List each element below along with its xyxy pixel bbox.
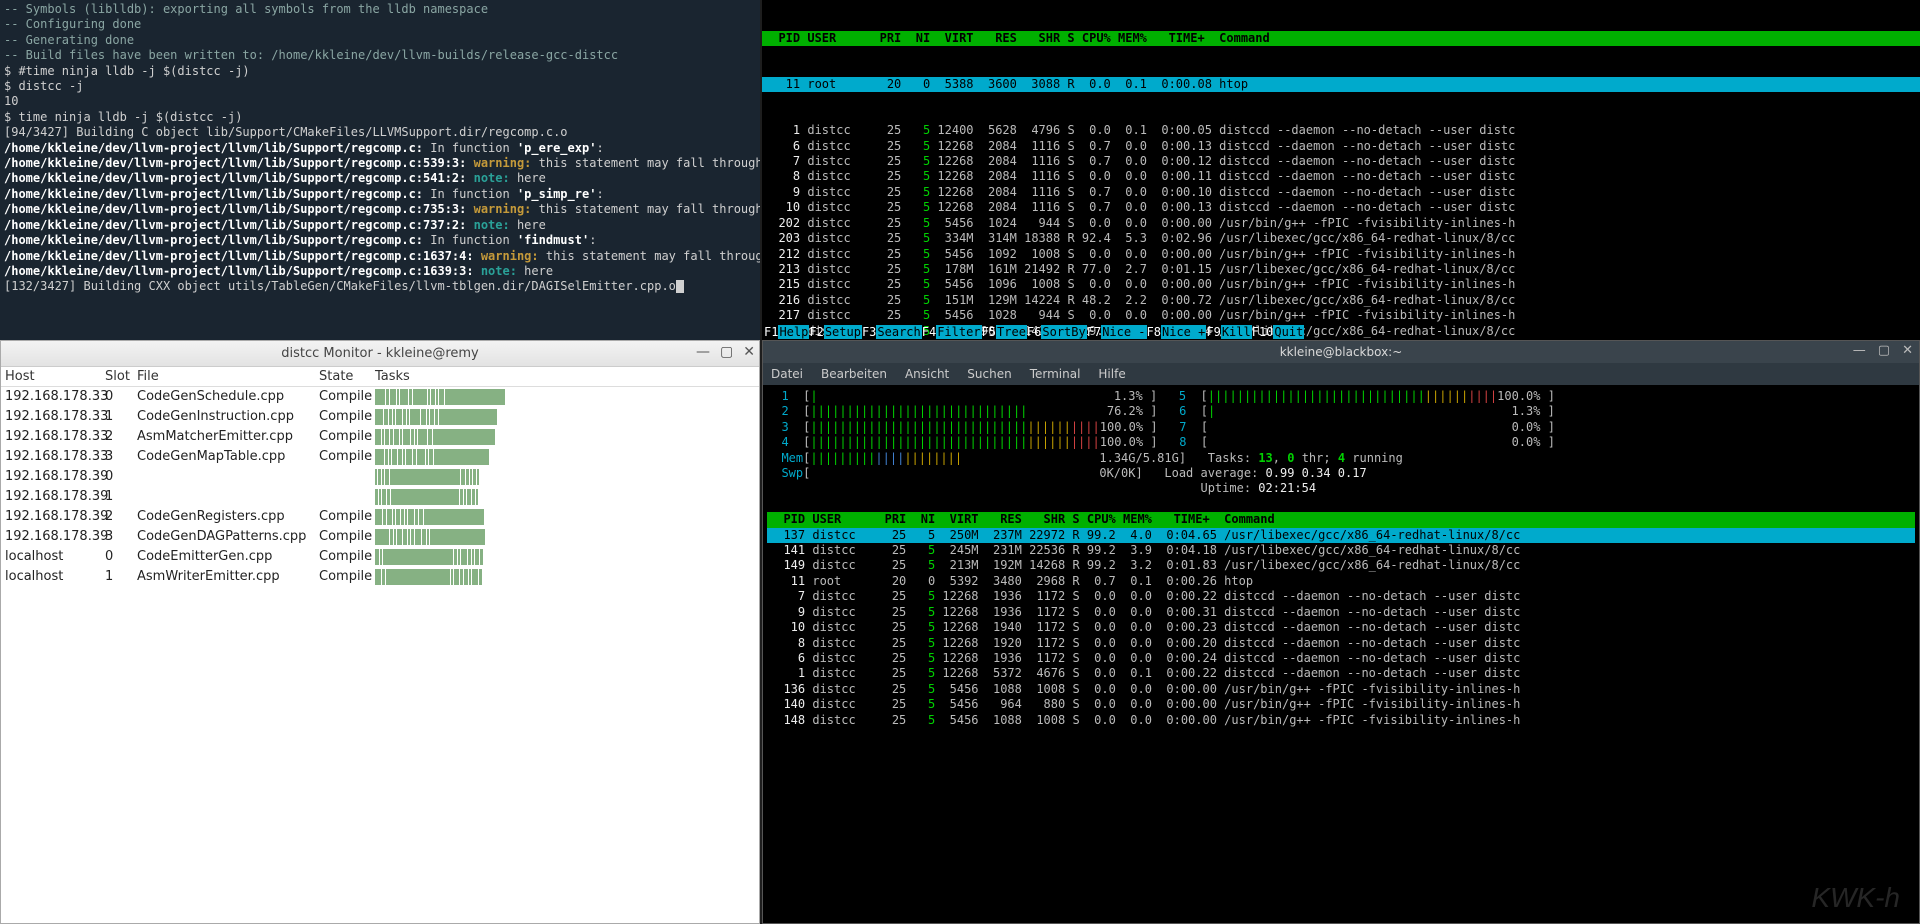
minimize-icon[interactable]: — xyxy=(1853,343,1866,358)
fkey-F3[interactable]: F3 xyxy=(862,325,876,339)
task-bar xyxy=(375,409,755,425)
monitor-column-headers: Host Slot File State Tasks xyxy=(1,367,759,387)
task-bar xyxy=(375,569,755,585)
task-bar xyxy=(375,449,755,465)
distcc-monitor-window[interactable]: distcc Monitor - kkleine@remy — ▢ ✕ Host… xyxy=(0,340,760,924)
fkey-F10[interactable]: F10 xyxy=(1252,325,1274,339)
fkey-F9[interactable]: F9 xyxy=(1206,325,1220,339)
htop-row[interactable]: 6 distcc 25 5 12268 1936 1172 S 0.0 0.0 … xyxy=(767,651,1915,666)
monitor-row[interactable]: 192.168.178.33 2 AsmMatcherEmitter.cpp C… xyxy=(1,427,759,447)
htop-row[interactable]: 11 root 20 0 5392 3480 2968 R 0.7 0.1 0:… xyxy=(767,574,1915,589)
task-bar xyxy=(375,429,755,445)
fkey-F2[interactable]: F2 xyxy=(809,325,823,339)
menu-datei[interactable]: Datei xyxy=(771,367,803,381)
htop-row[interactable]: 1 distcc 25 5 12400 5628 4796 S 0.0 0.1 … xyxy=(762,123,1920,138)
htop-row[interactable]: 7 distcc 25 5 12268 1936 1172 S 0.0 0.0 … xyxy=(767,589,1915,604)
col-host[interactable]: Host xyxy=(5,369,105,384)
monitor-titlebar[interactable]: distcc Monitor - kkleine@remy — ▢ ✕ xyxy=(1,341,759,367)
monitor-row[interactable]: 192.168.178.39 0 xyxy=(1,467,759,487)
col-slot[interactable]: Slot xyxy=(105,369,137,384)
fkey-F1[interactable]: F1 xyxy=(764,325,778,339)
monitor-row[interactable]: 192.168.178.33 0 CodeGenSchedule.cpp Com… xyxy=(1,387,759,407)
fkey-F7[interactable]: F7 xyxy=(1087,325,1101,339)
monitor-row[interactable]: localhost 1 AsmWriterEmitter.cpp Compile xyxy=(1,567,759,587)
htop-row[interactable]: 8 distcc 25 5 12268 2084 1116 S 0.0 0.0 … xyxy=(762,169,1920,184)
terminal-titlebar[interactable]: kkleine@blackbox:~ — ▢ ✕ xyxy=(763,341,1919,363)
htop-row[interactable]: 212 distcc 25 5 5456 1092 1008 S 0.0 0.0… xyxy=(762,247,1920,262)
monitor-row[interactable]: 192.168.178.39 2 CodeGenRegisters.cpp Co… xyxy=(1,507,759,527)
task-bar xyxy=(375,529,755,545)
task-bar xyxy=(375,489,755,505)
task-bar xyxy=(375,389,755,405)
htop-row[interactable]: 217 distcc 25 5 5456 1028 944 S 0.0 0.0 … xyxy=(762,308,1920,323)
menu-ansicht[interactable]: Ansicht xyxy=(905,367,949,381)
maximize-icon[interactable]: ▢ xyxy=(1878,343,1890,358)
monitor-row[interactable]: 192.168.178.39 1 xyxy=(1,487,759,507)
monitor-row[interactable]: 192.168.178.33 3 CodeGenMapTable.cpp Com… xyxy=(1,447,759,467)
htop-header: PID USER PRI NI VIRT RES SHR S CPU% MEM%… xyxy=(767,512,1915,527)
htop-row[interactable]: 149 distcc 25 5 213M 192M 14268 R 99.2 3… xyxy=(767,558,1915,573)
col-file[interactable]: File xyxy=(137,369,319,384)
menu-suchen[interactable]: Suchen xyxy=(967,367,1011,381)
htop-selected-row[interactable]: 137 distcc 25 5 250M 237M 22972 R 99.2 4… xyxy=(767,528,1915,543)
terminal-title: kkleine@blackbox:~ xyxy=(1280,345,1403,359)
maximize-icon[interactable]: ▢ xyxy=(720,344,733,360)
minimize-icon[interactable]: — xyxy=(696,344,710,360)
menu-terminal[interactable]: Terminal xyxy=(1030,367,1081,381)
htop-row[interactable]: 10 distcc 25 5 12268 2084 1116 S 0.7 0.0… xyxy=(762,200,1920,215)
htop-row[interactable]: 148 distcc 25 5 5456 1088 1008 S 0.0 0.0… xyxy=(767,713,1915,728)
htop-row[interactable]: 9 distcc 25 5 12268 1936 1172 S 0.0 0.0 … xyxy=(767,605,1915,620)
htop-function-keys: F1HelpF2SetupF3SearchF4FilterF5TreeF6Sor… xyxy=(762,325,1920,340)
terminal-body[interactable]: 1 [| 1.3% ] 5 [|||||||||||||||||||||||||… xyxy=(763,385,1919,923)
htop-header: PID USER PRI NI VIRT RES SHR S CPU% MEM%… xyxy=(762,31,1920,46)
htop-row[interactable]: 213 distcc 25 5 178M 161M 21492 R 77.0 2… xyxy=(762,262,1920,277)
htop-row[interactable]: 202 distcc 25 5 5456 1024 944 S 0.0 0.0 … xyxy=(762,216,1920,231)
htop-top-pane[interactable]: PID USER PRI NI VIRT RES SHR S CPU% MEM%… xyxy=(762,0,1920,340)
htop-row[interactable]: 1 distcc 25 5 12268 5372 4676 S 0.0 0.1 … xyxy=(767,666,1915,681)
terminal-menubar[interactable]: Datei Bearbeiten Ansicht Suchen Terminal Hilf… xyxy=(763,363,1919,385)
htop-row[interactable]: 203 distcc 25 5 334M 314M 18388 R 92.4 5… xyxy=(762,231,1920,246)
htop-row[interactable]: 6 distcc 25 5 12268 2084 1116 S 0.7 0.0 … xyxy=(762,139,1920,154)
htop-row[interactable]: 136 distcc 25 5 5456 1088 1008 S 0.0 0.0… xyxy=(767,682,1915,697)
fkey-F4[interactable]: F4 xyxy=(922,325,936,339)
monitor-row[interactable]: 192.168.178.33 1 CodeGenInstruction.cpp … xyxy=(1,407,759,427)
task-bar xyxy=(375,509,755,525)
build-terminal[interactable]: -- Symbols (liblldb): exporting all symb… xyxy=(0,0,760,340)
menu-hilfe[interactable]: Hilfe xyxy=(1098,367,1125,381)
htop-row[interactable]: 10 distcc 25 5 12268 1940 1172 S 0.0 0.0… xyxy=(767,620,1915,635)
htop-selected-row[interactable]: 11 root 20 0 5388 3600 3088 R 0.0 0.1 0:… xyxy=(762,77,1920,92)
htop-row[interactable]: 216 distcc 25 5 151M 129M 14224 R 48.2 2… xyxy=(762,293,1920,308)
close-icon[interactable]: ✕ xyxy=(743,344,755,360)
close-icon[interactable]: ✕ xyxy=(1902,343,1913,358)
htop-row[interactable]: 9 distcc 25 5 12268 2084 1116 S 0.7 0.0 … xyxy=(762,185,1920,200)
htop-row[interactable]: 141 distcc 25 5 245M 231M 22536 R 99.2 3… xyxy=(767,543,1915,558)
task-bar xyxy=(375,469,755,485)
htop-row[interactable]: 7 distcc 25 5 12268 2084 1116 S 0.7 0.0 … xyxy=(762,154,1920,169)
fkey-F5[interactable]: F5 xyxy=(982,325,996,339)
terminal-window[interactable]: kkleine@blackbox:~ — ▢ ✕ Datei Bearbeiten… xyxy=(762,340,1920,924)
col-tasks[interactable]: Tasks xyxy=(375,369,755,384)
fkey-F8[interactable]: F8 xyxy=(1147,325,1161,339)
task-bar xyxy=(375,549,755,565)
htop-row[interactable]: 140 distcc 25 5 5456 964 880 S 0.0 0.0 0… xyxy=(767,697,1915,712)
col-state[interactable]: State xyxy=(319,369,375,384)
htop-row[interactable]: 215 distcc 25 5 5456 1096 1008 S 0.0 0.0… xyxy=(762,277,1920,292)
htop-row[interactable]: 8 distcc 25 5 12268 1920 1172 S 0.0 0.0 … xyxy=(767,636,1915,651)
monitor-row[interactable]: localhost 0 CodeEmitterGen.cpp Compile xyxy=(1,547,759,567)
monitor-title: distcc Monitor - kkleine@remy xyxy=(281,346,478,361)
fkey-F6[interactable]: F6 xyxy=(1027,325,1041,339)
menu-bearbeiten[interactable]: Bearbeiten xyxy=(821,367,887,381)
monitor-row[interactable]: 192.168.178.39 3 CodeGenDAGPatterns.cpp … xyxy=(1,527,759,547)
